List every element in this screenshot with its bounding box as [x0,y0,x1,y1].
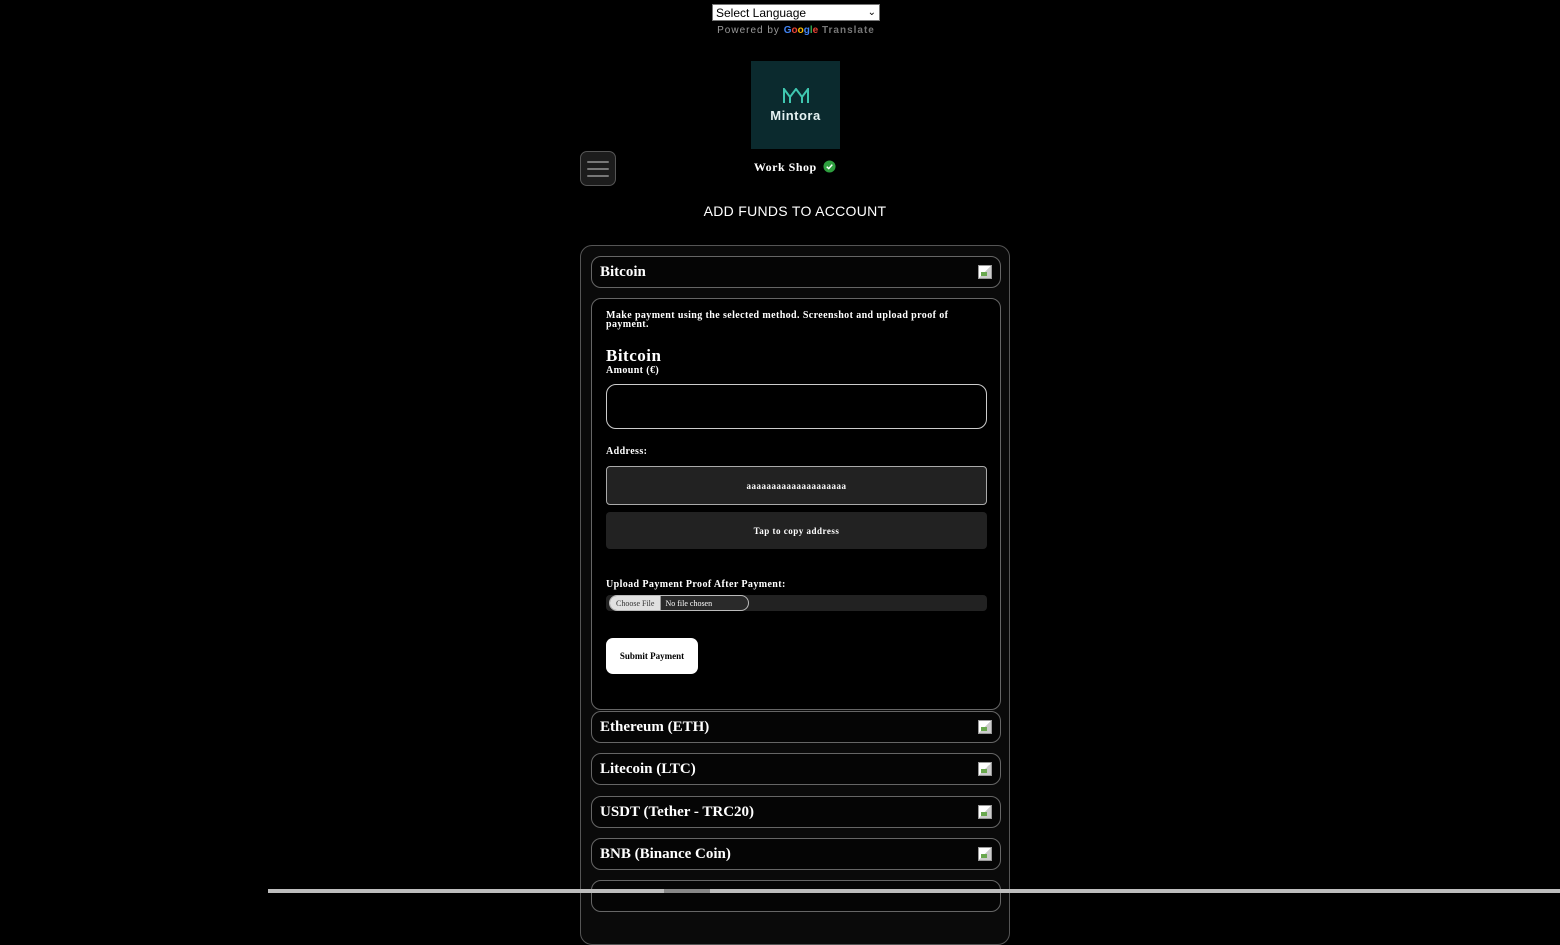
file-input[interactable]: Choose File No file chosen [609,595,749,611]
mintora-logo: Mintora [751,61,840,149]
upload-label: Upload Payment Proof After Payment: [606,579,786,590]
choose-file-button[interactable]: Choose File [610,596,662,610]
method-ethereum[interactable]: Ethereum (ETH) [591,711,1001,743]
method-litecoin[interactable]: Litecoin (LTC) [591,753,1001,785]
broken-image-icon [978,847,992,861]
broken-image-icon [978,720,992,734]
method-usdt[interactable]: USDT (Tether - TRC20) [591,796,1001,828]
method-label: Ethereum (ETH) [600,718,710,735]
file-upload-row: Choose File No file chosen [606,595,987,611]
payment-methods-panel: Bitcoin Make payment using the selected … [580,245,1010,945]
translate-link[interactable]: Translate [822,25,875,36]
language-select-value: Select Language [716,5,807,20]
language-select[interactable]: Select Language ⌄ [712,4,880,21]
submit-payment-button[interactable]: Submit Payment [606,638,698,674]
method-label: Litecoin (LTC) [600,760,696,777]
address-field[interactable]: aaaaaaaaaaaaaaaaaaaa [606,466,987,505]
file-status: No file chosen [665,598,713,608]
method-label: Bitcoin [600,263,646,280]
method-next-partial[interactable] [591,880,1001,912]
broken-image-icon [978,265,992,279]
copy-address-button[interactable]: Tap to copy address [606,512,987,549]
address-label: Address: [606,446,648,457]
scrollbar-thumb[interactable] [664,889,710,893]
method-bnb[interactable]: BNB (Binance Coin) [591,838,1001,870]
broken-image-icon [978,762,992,776]
page-title: ADD FUNDS TO ACCOUNT [703,203,887,219]
method-label: USDT (Tether - TRC20) [600,803,755,820]
google-translate-widget: Select Language ⌄ Powered by Google Tran… [712,4,880,36]
payment-instructions: Make payment using the selected method. … [606,310,949,330]
amount-input[interactable] [606,384,987,429]
powered-by-google: Powered by Google Translate [712,25,880,36]
selected-coin-title: Bitcoin [606,346,662,365]
hamburger-menu-button[interactable] [580,151,616,186]
powered-by-text: Powered by [717,25,780,36]
method-bitcoin[interactable]: Bitcoin [591,256,1001,288]
method-label: BNB (Binance Coin) [600,845,731,862]
broken-image-icon [978,805,992,819]
mintora-mark-icon [782,87,809,103]
chevron-down-icon: ⌄ [867,7,876,18]
shop-name: Work Shop [700,160,890,175]
verified-badge-icon [823,160,836,173]
payment-form: Make payment using the selected method. … [591,298,1001,710]
shop-name-text: Work Shop [753,160,817,174]
google-logo: Google [783,25,819,36]
logo-text: Mintora [770,107,821,123]
horizontal-scrollbar[interactable] [268,889,1560,893]
amount-label: Amount (€) [606,365,660,376]
